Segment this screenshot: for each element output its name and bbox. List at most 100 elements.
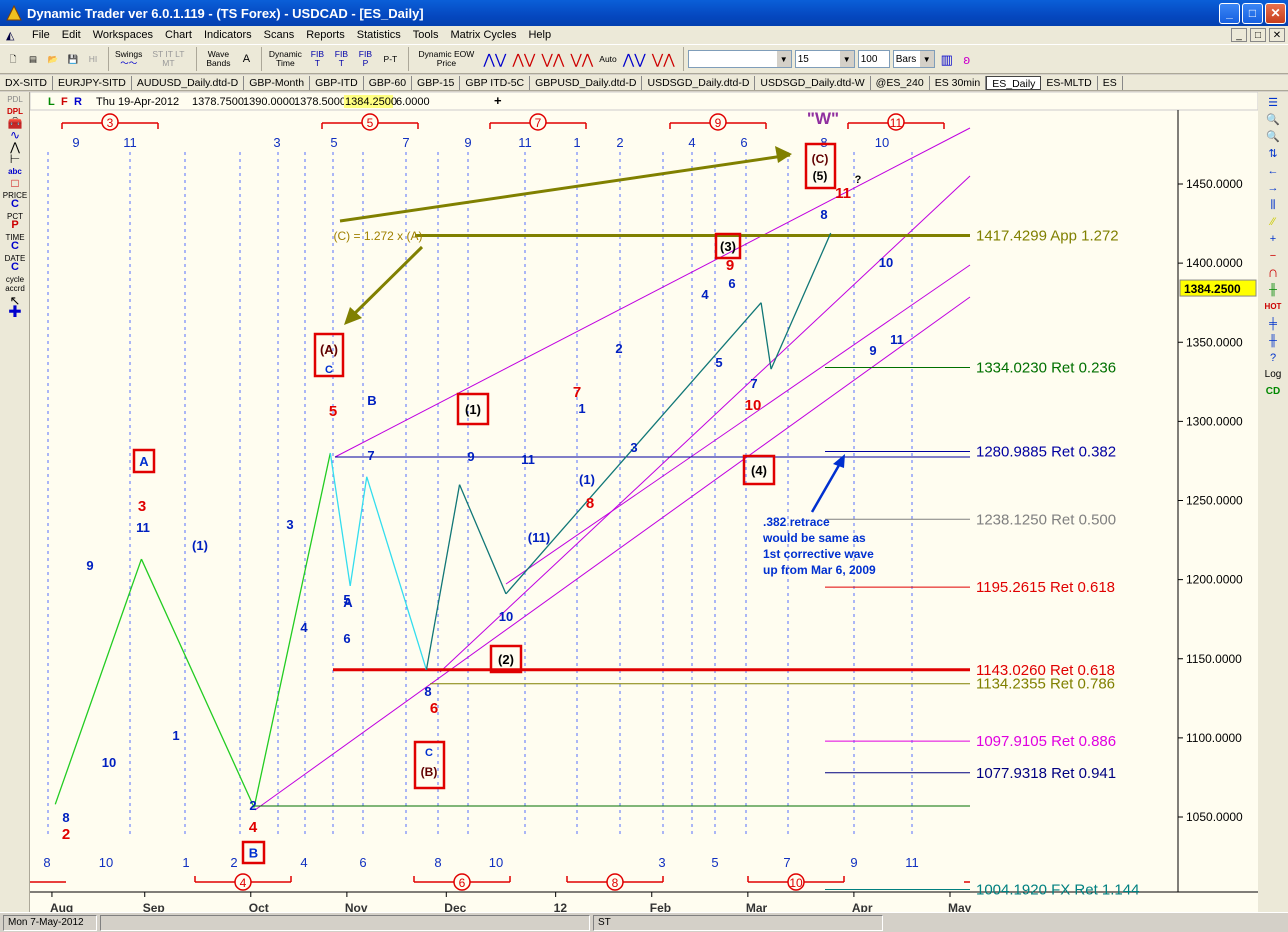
arrow-right-icon[interactable]: → — [1258, 182, 1288, 194]
st-it-lt-mt-buttons[interactable]: ST IT LT MT — [146, 46, 190, 72]
help-cursor-icon[interactable]: ? — [1258, 352, 1288, 364]
chart-tab[interactable]: USDSGD_Daily.dtd-W — [755, 75, 871, 90]
close-button[interactable]: ✕ — [1265, 2, 1286, 24]
dynamic-time-button[interactable]: Dynamic Time — [266, 46, 304, 72]
minimize-button[interactable]: _ — [1219, 2, 1240, 24]
minus-icon[interactable]: − — [1258, 250, 1288, 262]
time-tool[interactable]: TIME C — [0, 233, 30, 252]
magnet-icon[interactable]: ∩ — [1258, 265, 1288, 280]
menu-reports[interactable]: Reports — [300, 29, 351, 41]
zigzag-tool-icon[interactable]: ⋀ — [0, 141, 30, 153]
a-button[interactable]: A — [237, 46, 255, 72]
cycle-accrd-tool[interactable]: cycle accrd — [0, 275, 30, 293]
toolbox-icon[interactable]: 🧰 — [0, 117, 30, 129]
chart-tab[interactable]: GBP-60 — [364, 75, 413, 90]
plus-icon[interactable]: + — [1258, 233, 1288, 245]
menu-help[interactable]: Help — [522, 29, 557, 41]
fib-p-button[interactable]: FIB P — [354, 46, 376, 72]
auto-checkbox[interactable]: Auto — [597, 46, 619, 72]
interval-select[interactable]: 15 ▼ — [794, 50, 855, 68]
chart-tab[interactable]: ES — [1098, 75, 1123, 90]
pattern-icon-4[interactable]: ⋁⋀ — [568, 46, 595, 72]
chart-tab[interactable]: ES_Daily — [986, 75, 1042, 90]
menu-indicators[interactable]: Indicators — [198, 29, 258, 41]
date-tool[interactable]: DATE C — [0, 254, 30, 273]
chart-tab[interactable]: USDSGD_Daily.dtd-D — [642, 75, 756, 90]
abc-tool[interactable]: abc — [0, 167, 30, 176]
swings-button[interactable]: Swings 〜〜 — [113, 46, 144, 72]
cd-button[interactable]: CD — [1258, 386, 1288, 398]
chart-area[interactable]: L F R Thu 19-Apr-2012 1378.7500 1390.000… — [29, 91, 1259, 915]
grid-icon[interactable]: ▥ — [938, 46, 956, 72]
chart-tab[interactable]: GBP ITD-5C — [460, 75, 531, 90]
menu-file[interactable]: File — [26, 29, 56, 41]
mdi-close-button[interactable]: ✕ — [1269, 28, 1285, 42]
ohlc-icon[interactable]: ╫ — [1258, 335, 1288, 347]
chart-tab[interactable]: DX-SITD — [0, 75, 53, 90]
open-folder-icon[interactable]: 📂 — [44, 46, 62, 72]
chart-tab[interactable]: AUDUSD_Daily.dtd-D — [132, 75, 245, 90]
rectangle-tool-icon[interactable]: □ — [0, 177, 30, 189]
spiral-icon[interactable]: ʚ — [958, 46, 976, 72]
month-label: Feb — [650, 901, 671, 912]
arrow-left-icon[interactable]: ← — [1258, 165, 1288, 177]
pattern-icon-2[interactable]: ⋀⋁ — [510, 46, 537, 72]
pattern-icon-1[interactable]: ⋀⋁ — [481, 46, 508, 72]
menu-scans[interactable]: Scans — [258, 29, 301, 41]
symbol-select[interactable]: ▼ — [687, 50, 792, 68]
log-button[interactable]: Log — [1258, 369, 1288, 381]
p-t-button[interactable]: P-T — [378, 46, 402, 72]
zoom-disabled-icon[interactable]: 🔍 — [1258, 131, 1288, 143]
zoom-icon[interactable]: 🔍 — [1258, 114, 1288, 126]
pattern-icon-3[interactable]: ⋁⋀ — [539, 46, 566, 72]
new-chart-icon[interactable]: 🗋 — [4, 46, 22, 72]
chart-tab[interactable]: @ES_240 — [871, 75, 930, 90]
menu-chart[interactable]: Chart — [159, 29, 198, 41]
bars-icon[interactable]: ⫼ — [1258, 199, 1288, 211]
wave-label-blue: 7 — [750, 376, 757, 391]
menu-statistics[interactable]: Statistics — [351, 29, 407, 41]
scroll-updown-icon[interactable]: ⇅ — [1258, 148, 1288, 160]
chart-tab[interactable]: GBP-Month — [244, 75, 311, 90]
fib-t2-button[interactable]: FIB T — [330, 46, 352, 72]
price-tool[interactable]: PRICE C — [0, 191, 30, 210]
bars-unit-select[interactable]: Bars ▼ — [892, 50, 935, 68]
price-chart[interactable]: L F R Thu 19-Apr-2012 1378.7500 1390.000… — [29, 91, 1259, 915]
pdl-tool[interactable]: PDL — [0, 95, 30, 104]
fib-t-button[interactable]: FIB T — [306, 46, 328, 72]
menu-edit[interactable]: Edit — [56, 29, 87, 41]
maximize-button[interactable]: □ — [1242, 2, 1263, 24]
pattern-icon-6[interactable]: ⋁⋀ — [650, 46, 677, 72]
menu-matrix-cycles[interactable]: Matrix Cycles — [444, 29, 522, 41]
crosshair-icon[interactable]: ✚ — [0, 305, 30, 321]
chart-tab[interactable]: ES 30min — [930, 75, 987, 90]
month-label: Dec — [444, 901, 466, 912]
pattern-icon-5[interactable]: ⋀⋁ — [621, 46, 648, 72]
chart-tab[interactable]: GBPUSD_Daily.dtd-D — [530, 75, 643, 90]
hot-button[interactable]: HOT — [1258, 301, 1288, 313]
wave-bands-button[interactable]: Wave Bands — [201, 46, 235, 72]
mdi-minimize-button[interactable]: _ — [1231, 28, 1247, 42]
pct-tool[interactable]: PCT P — [0, 212, 30, 231]
chart-tab[interactable]: GBP-15 — [412, 75, 461, 90]
document-icon[interactable]: ◭ — [6, 29, 22, 42]
hi-button[interactable]: HI — [84, 46, 102, 72]
chart-tab[interactable]: ES-MLTD — [1041, 75, 1098, 90]
bars-count-input[interactable]: 100 — [857, 50, 890, 68]
chart-tab[interactable]: GBP-ITD — [310, 75, 364, 90]
dynamic-eow-price-button[interactable]: Dynamic EOW Price — [413, 46, 479, 72]
wave-label-blue: (1) — [579, 472, 595, 487]
dpl-tool[interactable]: DPL — [0, 107, 30, 116]
menu-workspaces[interactable]: Workspaces — [87, 29, 159, 41]
menu-tools[interactable]: Tools — [407, 29, 445, 41]
candle-icon[interactable]: ╫ — [1258, 284, 1288, 296]
mdi-restore-button[interactable]: □ — [1250, 28, 1266, 42]
bracket-tool-icon[interactable]: ⊢ — [0, 153, 30, 165]
bar-chart-icon[interactable]: ╪ — [1258, 318, 1288, 330]
menu-list-icon[interactable]: ☰ — [1258, 97, 1288, 109]
wave-tool-icon[interactable]: ∿ — [0, 129, 30, 141]
line-chart-icon[interactable]: ⁄⁄ — [1258, 216, 1288, 228]
save-icon[interactable]: 💾 — [64, 46, 82, 72]
chart-tab[interactable]: EURJPY-SITD — [53, 75, 132, 90]
doc-icon[interactable]: ▤ — [24, 46, 42, 72]
